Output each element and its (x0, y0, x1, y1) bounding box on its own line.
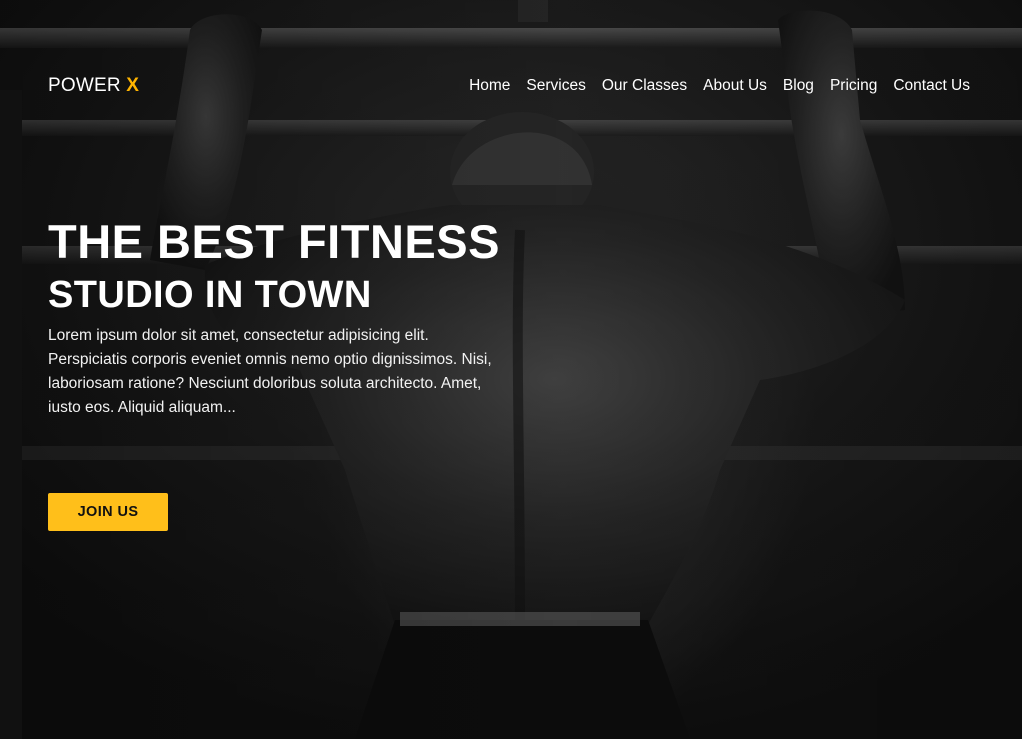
brand-accent: X (126, 75, 140, 96)
hero-description: Lorem ipsum dolor sit amet, consectetur … (48, 327, 492, 416)
nav-link-our-classes[interactable]: Our Classes (602, 77, 687, 94)
nav-link-blog[interactable]: Blog (783, 77, 814, 94)
hero-content: THE BEST FITNESS STUDIO IN TOWN Lorem ip… (48, 214, 518, 420)
hero-headline: THE BEST FITNESS (48, 215, 500, 268)
brand-logo[interactable]: POWER X (48, 75, 139, 97)
hero-subheadline: STUDIO IN TOWN (48, 274, 372, 316)
main-nav: Home Services Our Classes About Us Blog … (469, 77, 970, 95)
nav-item-pricing: Pricing (830, 77, 877, 95)
nav-item-home: Home (469, 77, 510, 95)
nav-item-contact-us: Contact Us (893, 77, 970, 95)
nav-link-about-us[interactable]: About Us (703, 77, 767, 94)
hero-section: POWER X Home Services Our Classes About … (0, 0, 1022, 739)
nav-link-contact-us[interactable]: Contact Us (893, 77, 970, 94)
nav-item-our-classes: Our Classes (602, 77, 687, 95)
navbar: POWER X Home Services Our Classes About … (48, 72, 970, 100)
nav-link-services[interactable]: Services (526, 77, 585, 94)
nav-link-pricing[interactable]: Pricing (830, 77, 877, 94)
nav-link-home[interactable]: Home (469, 77, 510, 94)
nav-item-blog: Blog (783, 77, 814, 95)
join-us-button[interactable]: JOIN US (48, 493, 168, 531)
brand-name: POWER (48, 75, 121, 96)
nav-item-services: Services (526, 77, 585, 95)
nav-item-about-us: About Us (703, 77, 767, 95)
